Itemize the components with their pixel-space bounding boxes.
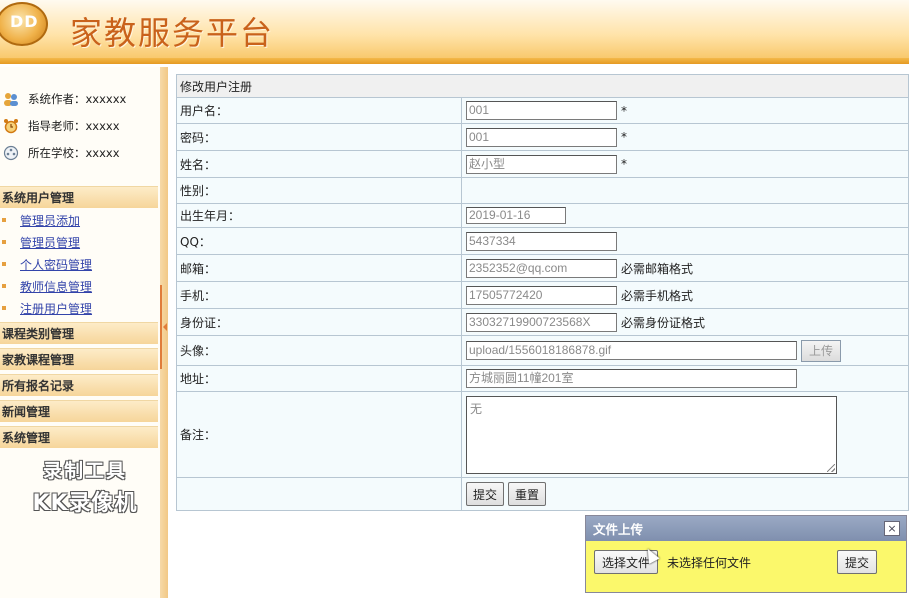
row-qq: QQ： 5437334 <box>176 228 909 255</box>
gender-label: 性别： <box>180 184 217 198</box>
avatar-path-input[interactable]: upload/1556018186878.gif <box>466 341 797 360</box>
sidebar-item-registered-users[interactable]: 注册用户管理 <box>20 299 92 319</box>
teacher-info: 指导老师：xxxxx <box>2 116 120 136</box>
sidebar-item-admin-manage[interactable]: 管理员管理 <box>20 233 80 253</box>
password-label: 密码： <box>180 130 217 145</box>
resize-grip-icon[interactable] <box>827 463 835 472</box>
film-reel-icon <box>2 144 20 162</box>
sidebar-item-teachers[interactable]: 教师信息管理 <box>20 277 92 297</box>
reset-button[interactable]: 重置 <box>508 482 547 506</box>
sidebar: 系统作者：xxxxxx 指导老师：xxxxx 所在学校：xxxxx 系统用户管理… <box>0 67 162 598</box>
row-gender: 性别： <box>176 178 909 204</box>
remark-textarea[interactable]: 无 <box>466 395 837 474</box>
file-upload-popup: 文件上传 × 选择文件 未选择任何文件 提交 <box>585 515 907 593</box>
sidebar-item-password[interactable]: 个人密码管理 <box>20 255 92 275</box>
qq-input[interactable]: 5437334 <box>466 231 617 251</box>
phone-input[interactable]: 17505772420 <box>466 285 617 305</box>
popup-submit-button[interactable]: 提交 <box>837 550 878 574</box>
section-system-users[interactable]: 系统用户管理 <box>0 186 158 208</box>
school-info: 所在学校：xxxxx <box>2 143 120 163</box>
email-input[interactable]: 2352352@qq.com <box>466 258 617 278</box>
qq-label: QQ： <box>180 234 211 249</box>
required-mark: * <box>621 130 627 144</box>
users-icon <box>2 90 20 108</box>
author-info: 系统作者：xxxxxx <box>2 89 126 109</box>
bullet-icon <box>2 240 6 244</box>
row-avatar: 头像： upload/1556018186878.gif 上传 <box>176 336 909 366</box>
name-input[interactable]: 赵小型 <box>466 154 617 174</box>
row-password: 密码： 001 * <box>176 124 909 151</box>
required-mark: * <box>621 157 627 171</box>
row-address: 地址： 方城丽圆11幢201室 <box>176 366 909 392</box>
header-stripe <box>0 58 909 64</box>
collapse-arrow-icon[interactable] <box>160 285 168 369</box>
site-header: DD 家教服务平台 <box>0 0 909 64</box>
section-enrollments[interactable]: 所有报名记录 <box>0 374 158 396</box>
close-icon[interactable]: × <box>884 521 900 536</box>
section-courses[interactable]: 家教课程管理 <box>0 348 158 370</box>
row-actions: 提交 重置 <box>176 478 909 511</box>
bullet-icon <box>2 306 6 310</box>
teacher-label: 指导老师：xxxxx <box>28 119 120 133</box>
section-news[interactable]: 新闻管理 <box>0 400 158 422</box>
upload-button[interactable]: 上传 <box>801 339 841 362</box>
sidebar-splitter[interactable] <box>160 67 168 598</box>
row-remark: 备注： 无 <box>176 392 909 478</box>
avatar-label: 头像： <box>180 344 217 358</box>
row-username: 用户名： 001 * <box>176 98 909 124</box>
alarm-clock-icon <box>2 117 20 135</box>
row-idcard: 身份证： 33032719900723568X 必需身份证格式 <box>176 309 909 336</box>
section-system[interactable]: 系统管理 <box>0 426 158 448</box>
no-file-text: 未选择任何文件 <box>667 556 752 570</box>
remark-label: 备注： <box>180 428 217 442</box>
section-course-categories[interactable]: 课程类别管理 <box>0 322 158 344</box>
site-title: 家教服务平台 <box>70 14 275 52</box>
required-mark: * <box>621 103 627 118</box>
birth-label: 出生年月： <box>180 209 241 223</box>
bullet-icon <box>2 284 6 288</box>
address-input[interactable]: 方城丽圆11幢201室 <box>466 369 797 388</box>
password-input[interactable]: 001 <box>466 127 617 147</box>
recorder-watermark: 录制工具 KK录像机 <box>32 460 138 516</box>
user-edit-form: 修改用户注册 用户名： 001 * 密码： 001 * 姓名： 赵小型 * 性别… <box>176 74 909 511</box>
row-birth: 出生年月： 2019-01-16 <box>176 204 909 228</box>
bullet-icon <box>2 218 6 222</box>
author-label: 系统作者：xxxxxx <box>28 92 127 106</box>
phone-label: 手机： <box>180 288 217 303</box>
name-label: 姓名： <box>180 157 217 172</box>
email-hint: 必需邮箱格式 <box>621 261 694 276</box>
row-email: 邮箱： 2352352@qq.com 必需邮箱格式 <box>176 255 909 282</box>
popup-title: 文件上传 <box>586 516 906 541</box>
school-label: 所在学校：xxxxx <box>28 146 120 160</box>
idcard-label: 身份证： <box>180 315 229 330</box>
idcard-hint: 必需身份证格式 <box>621 315 706 330</box>
row-phone: 手机： 17505772420 必需手机格式 <box>176 282 909 309</box>
site-logo: DD <box>0 2 48 46</box>
phone-hint: 必需手机格式 <box>621 288 694 303</box>
idcard-input[interactable]: 33032719900723568X <box>466 312 617 332</box>
bullet-icon <box>2 262 6 266</box>
form-title: 修改用户注册 <box>176 74 909 98</box>
username-input[interactable]: 001 <box>466 101 617 120</box>
username-label: 用户名： <box>180 104 229 118</box>
birth-date-input[interactable]: 2019-01-16 <box>466 207 566 224</box>
sidebar-item-admin-add[interactable]: 管理员添加 <box>20 211 80 231</box>
row-name: 姓名： 赵小型 * <box>176 151 909 178</box>
submit-button[interactable]: 提交 <box>466 482 505 506</box>
address-label: 地址： <box>180 372 217 386</box>
email-label: 邮箱： <box>180 261 217 276</box>
